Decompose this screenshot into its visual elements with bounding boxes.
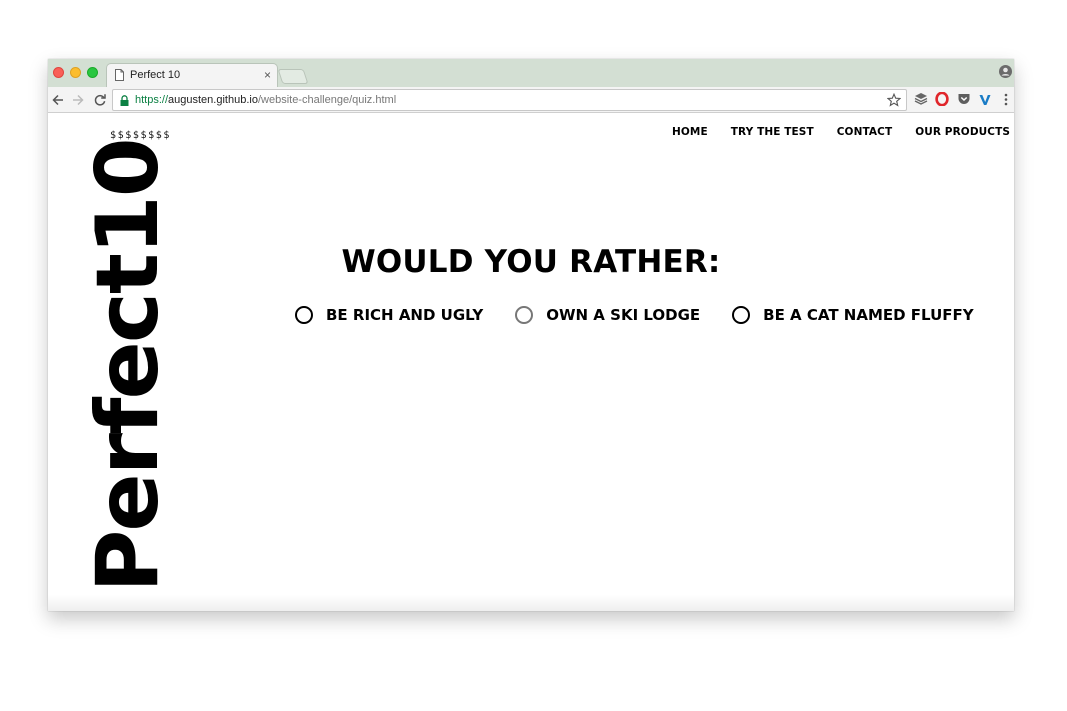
option-label: BE A CAT NAMED FLUFFY [763,306,974,324]
extension-icon[interactable] [914,92,928,106]
new-tab-icon[interactable] [277,69,309,84]
option-rich-and-ugly[interactable]: BE RICH AND UGLY [295,306,483,324]
profile-icon[interactable] [999,65,1012,78]
nav-link-try-the-test[interactable]: TRY THE TEST [731,126,814,138]
page-viewport: $$$$$$$$ HOME TRY THE TEST CONTACT OUR P… [48,113,1014,611]
nav-link-home[interactable]: HOME [672,126,708,138]
nav-link-our-products[interactable]: OUR PRODUCTS [915,126,1010,138]
browser-toolbar: https://augusten.github.io/website-chall… [48,87,1014,113]
site-nav: HOME TRY THE TEST CONTACT OUR PRODUCTS [649,126,1010,138]
star-icon[interactable] [887,93,901,107]
site-logo-text: Perfect10 [78,139,178,593]
option-label: BE RICH AND UGLY [326,306,484,324]
nav-link-contact[interactable]: CONTACT [837,126,892,138]
close-window-icon[interactable] [53,67,64,78]
browser-window: Perfect 10 × https://augusten.github.io/… [48,59,1014,611]
radio-button[interactable] [515,306,534,324]
tab-bar: Perfect 10 × [48,59,1014,87]
vimeo-icon[interactable] [978,92,992,106]
option-label: OWN A SKI LODGE [546,306,701,324]
pocket-icon[interactable] [957,92,971,106]
radio-button[interactable] [732,306,751,324]
url-host: augusten.github.io [168,94,258,106]
url-scheme: https:// [135,94,169,106]
tab-close-button[interactable]: × [264,68,271,82]
url-path: /website-challenge/quiz.html [257,94,397,106]
minimize-window-icon[interactable] [70,67,81,78]
tab-title: Perfect 10 [130,69,181,81]
back-icon[interactable] [51,93,65,107]
forward-icon[interactable] [71,93,85,107]
quiz-question: WOULD YOU RATHER: [341,244,721,280]
browser-tab[interactable]: Perfect 10 × [106,63,278,87]
opera-icon[interactable] [935,92,949,106]
address-bar[interactable]: https://augusten.github.io/website-chall… [112,89,907,111]
page-bottom-fade [48,595,1014,611]
option-cat-named-fluffy[interactable]: BE A CAT NAMED FLUFFY [732,306,974,324]
quiz-options: BE RICH AND UGLY OWN A SKI LODGE BE A CA… [295,306,974,324]
url-text[interactable]: https://augusten.github.io/website-chall… [135,94,396,106]
document-icon [115,69,124,81]
reload-icon[interactable] [93,93,107,107]
maximize-window-icon[interactable] [87,67,98,78]
site-logo[interactable]: Perfect10 [68,139,188,592]
option-ski-lodge[interactable]: OWN A SKI LODGE [515,306,700,324]
radio-button[interactable] [295,306,313,324]
lock-icon [120,95,129,106]
menu-icon[interactable] [999,92,1013,107]
